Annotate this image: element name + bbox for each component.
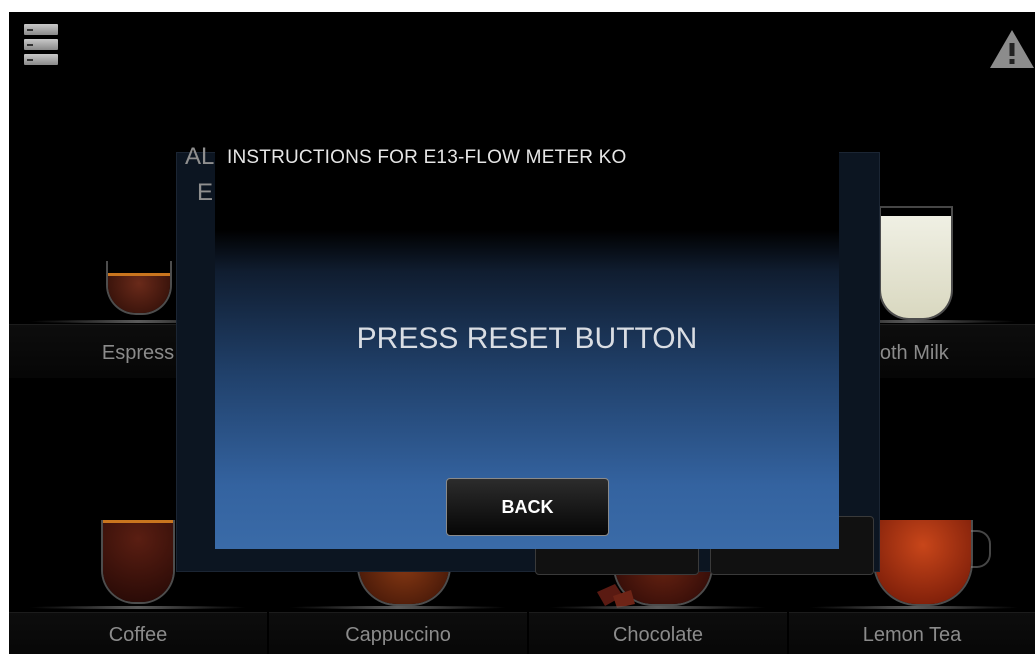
instructions-dialog: INSTRUCTIONS FOR E13-FLOW METER KO PRESS… [215,129,839,549]
coffee-cup-icon [101,520,175,604]
menu-icon[interactable] [24,24,58,66]
product-label: Lemon Tea [862,624,962,646]
machine-screen: Espress roth Milk Coffee Cappuccino Choc… [9,12,1035,654]
product-label: Cappuccino [345,624,451,646]
product-label: Coffee [108,624,168,646]
dialog-title: INSTRUCTIONS FOR E13-FLOW METER KO [227,147,627,168]
espresso-cup-icon [106,261,172,315]
alarm-title-fragment: AL [185,143,215,170]
back-button[interactable]: BACK [446,478,609,536]
froth-milk-glass-icon [879,206,953,320]
alarm-code-fragment: E [197,179,214,206]
warning-icon[interactable] [989,28,1035,70]
dialog-message: PRESS RESET BUTTON [356,322,698,355]
product-label: Chocolate [612,624,704,646]
lemon-tea-cup-icon [873,520,973,606]
